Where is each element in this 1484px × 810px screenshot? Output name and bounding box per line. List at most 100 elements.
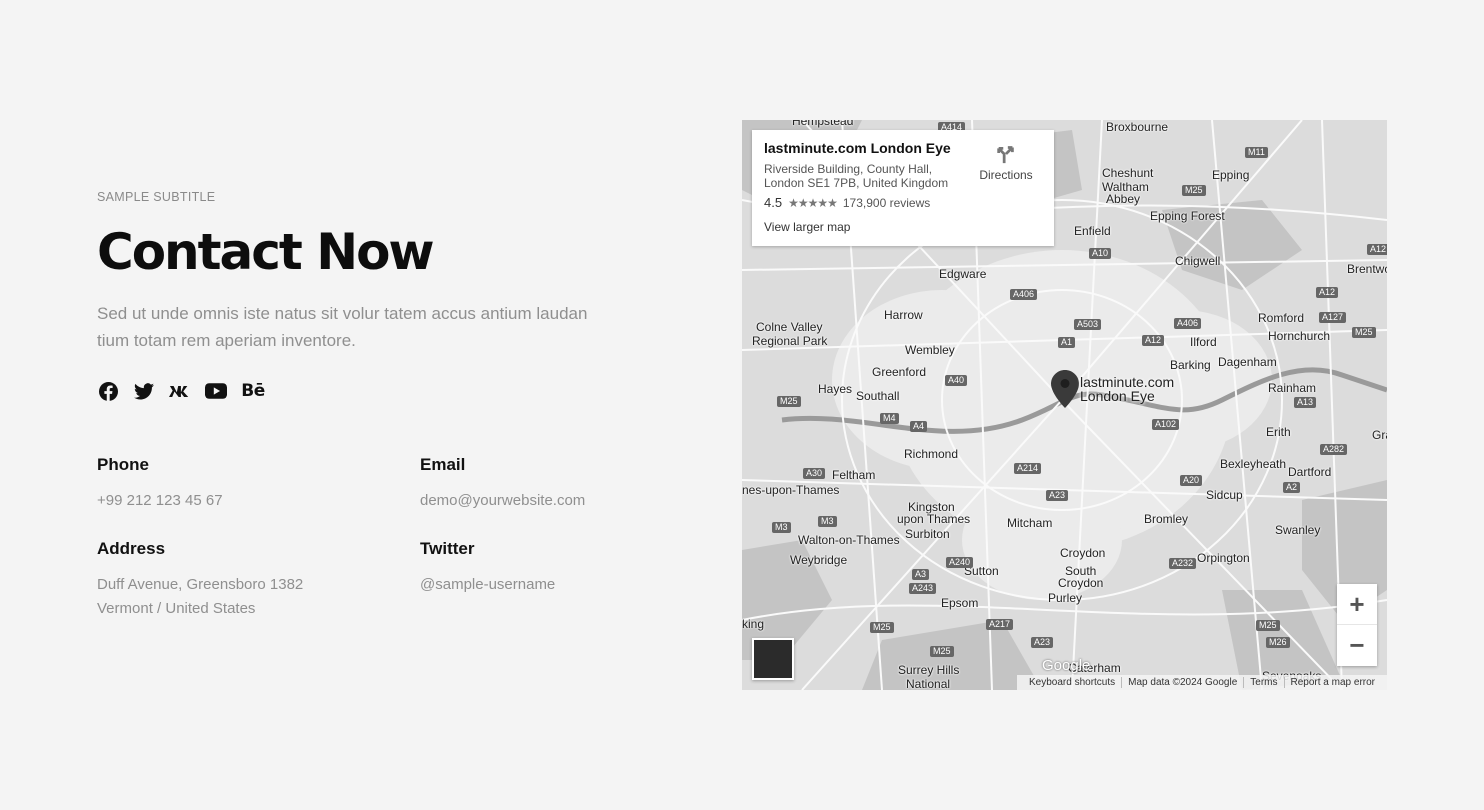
twitter-icon[interactable]: [133, 380, 155, 402]
map-place-label: Epping Forest: [1150, 209, 1225, 223]
map-road-label: M25: [777, 396, 801, 407]
map-road-label: A10: [1089, 248, 1112, 259]
place-address-line-1: Riverside Building, County Hall,: [764, 162, 933, 176]
report-map-error-link[interactable]: Report a map error: [1285, 677, 1381, 688]
map-road-label: A406: [1174, 318, 1202, 329]
behance-icon[interactable]: Bē: [241, 380, 265, 402]
contact-section: SAMPLE SUBTITLE Contact Now Sed ut unde …: [97, 190, 657, 402]
map-place-label: Barking: [1170, 358, 1211, 372]
map-road-label: M25: [1256, 620, 1280, 631]
map-road-label: A406: [1010, 289, 1038, 300]
google-logo: Google: [1042, 657, 1091, 674]
email-value[interactable]: demo@yourwebsite.com: [420, 489, 585, 513]
map-place-label: Surbiton: [905, 527, 950, 541]
directions-button[interactable]: Directions: [976, 142, 1036, 182]
social-links: Bē: [97, 380, 657, 402]
map-road-label: A12: [1142, 335, 1165, 346]
map-road-label: A13: [1294, 397, 1317, 408]
review-count[interactable]: 173,900 reviews: [843, 196, 930, 210]
map-embed[interactable]: Broxbourne Cheshunt Waltham Abbey Epping Eppi…: [742, 120, 1387, 690]
map-road-label: A102: [1152, 419, 1180, 430]
twitter-label: Twitter: [420, 539, 475, 558]
map-road-label: M25: [870, 622, 894, 633]
map-place-label: Erith: [1266, 425, 1291, 439]
location-pin-icon[interactable]: [1051, 370, 1079, 408]
pin-label-line-2: London Eye: [1080, 388, 1155, 404]
map-place-label: upon Thames: [897, 512, 971, 526]
map-road-label: A282: [1320, 444, 1348, 455]
place-address: Riverside Building, County Hall, London …: [764, 162, 964, 190]
phone-value: +99 212 123 45 67: [97, 492, 223, 509]
map-place-label: Gra: [1372, 428, 1387, 442]
map-road-label: M25: [1352, 327, 1376, 338]
terms-link[interactable]: Terms: [1244, 677, 1285, 688]
map-data-attribution: Map data ©2024 Google: [1122, 677, 1245, 688]
zoom-controls: + −: [1337, 584, 1377, 666]
map-place-label: Epping: [1212, 168, 1250, 182]
map-place-label: National: [906, 677, 951, 690]
map-place-label: Croydon: [1060, 546, 1106, 560]
map-place-label: Dartford: [1288, 465, 1332, 479]
facebook-icon[interactable]: [97, 380, 119, 402]
map-place-label: Broxbourne: [1106, 120, 1169, 134]
map-road-label: A4: [910, 421, 928, 432]
address-line-1: Duff Avenue, Greensboro 1382: [97, 576, 304, 593]
map-road-label: M3: [772, 522, 791, 533]
twitter-value[interactable]: @sample-username: [420, 573, 555, 597]
map-place-label: Hempstead: [792, 120, 854, 128]
view-larger-map-link[interactable]: View larger map: [764, 220, 1042, 234]
map-place-label: Mitcham: [1007, 516, 1053, 530]
map-road-label: A3: [912, 569, 930, 580]
map-road-label: M11: [1245, 147, 1268, 158]
zoom-out-button[interactable]: −: [1337, 625, 1377, 666]
map-road-label: A1: [1058, 337, 1076, 348]
map-place-label: Dagenham: [1218, 355, 1277, 369]
map-place-label: Chigwell: [1175, 254, 1221, 268]
map-place-label: Richmond: [904, 447, 959, 461]
map-road-label: A2: [1283, 482, 1301, 493]
vk-icon[interactable]: [169, 380, 191, 402]
map-place-label: Romford: [1258, 311, 1305, 325]
directions-icon: [997, 146, 1014, 164]
map-place-label: Croydon: [1058, 576, 1104, 590]
address-label: Address: [97, 539, 166, 558]
map-road-label: M4: [880, 413, 899, 424]
place-card: lastminute.com London Eye Riverside Buil…: [752, 130, 1054, 246]
map-place-label: Harrow: [884, 308, 923, 322]
satellite-layer-toggle[interactable]: [752, 638, 794, 680]
map-place-label: Epsom: [941, 596, 979, 610]
map-road-label: A232: [1169, 558, 1197, 569]
map-place-label: Orpington: [1197, 551, 1250, 565]
map-place-label: Regional Park: [752, 334, 828, 348]
map-place-label: Edgware: [939, 267, 987, 281]
section-subtitle: SAMPLE SUBTITLE: [97, 190, 216, 204]
map-place-label: Ilford: [1190, 335, 1217, 349]
youtube-icon[interactable]: [205, 380, 227, 402]
map-place-label: nes-upon-Thames: [742, 483, 840, 497]
address-line-2: Vermont / United States: [97, 600, 256, 617]
phone-label: Phone: [97, 455, 149, 474]
pin-label: lastminute.com London Eye: [1080, 375, 1174, 403]
email-label: Email: [420, 455, 466, 474]
map-road-label: A40: [945, 375, 968, 386]
map-place-label: Sidcup: [1206, 488, 1243, 502]
map-road-label: A12: [1367, 244, 1387, 255]
place-rating: 4.5 ★★★★★ 173,900 reviews: [764, 195, 1042, 210]
map-place-label: Swanley: [1275, 523, 1321, 537]
map-road-label: M25: [930, 646, 954, 657]
address-block: Address Duff Avenue, Greensboro 1382 Ver…: [97, 539, 303, 621]
map-place-label: Surrey Hills: [898, 663, 960, 677]
keyboard-shortcuts-link[interactable]: Keyboard shortcuts: [1023, 677, 1123, 688]
map-place-label: Weybridge: [790, 553, 848, 567]
zoom-in-button[interactable]: +: [1337, 584, 1377, 625]
map-place-label: Rainham: [1268, 381, 1317, 395]
map-place-label: Southall: [856, 389, 900, 403]
map-place-label: Purley: [1048, 591, 1083, 605]
map-place-label: Walton-on-Thames: [798, 533, 900, 547]
address-value: Duff Avenue, Greensboro 1382 Vermont / U…: [97, 573, 303, 621]
twitter-block: Twitter @sample-username: [420, 539, 555, 597]
map-place-label: Wembley: [905, 343, 955, 357]
map-road-label: A214: [1014, 463, 1042, 474]
map-place-label: Cheshunt: [1102, 166, 1154, 180]
map-place-label: Abbey: [1106, 192, 1141, 206]
